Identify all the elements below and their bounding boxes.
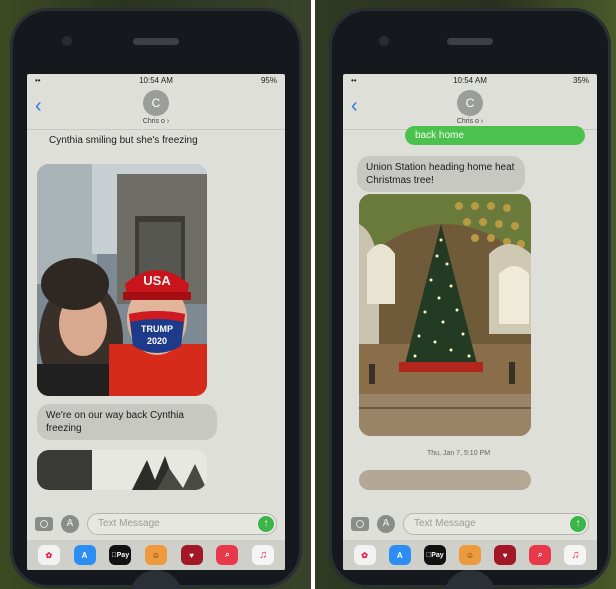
digital-touch-app-icon[interactable]: ♥ bbox=[180, 545, 203, 565]
selfie-image: USA TRUMP 2020 bbox=[37, 164, 207, 396]
back-chevron-icon[interactable]: ‹ bbox=[35, 96, 42, 116]
apple-pay-app-icon[interactable]: Pay bbox=[109, 545, 132, 565]
selfie-photo-message[interactable]: USA TRUMP 2020 bbox=[37, 164, 207, 396]
message-text-field[interactable]: Text Message ↑ bbox=[403, 513, 589, 535]
home-button[interactable] bbox=[444, 570, 496, 589]
message-text-field[interactable]: Text Message ↑ bbox=[87, 513, 277, 535]
earpiece-speaker bbox=[447, 38, 493, 45]
message-input-bar: A Text Message ↑ bbox=[27, 510, 285, 540]
conversation-header: ‹ C Chris o › bbox=[27, 88, 285, 130]
right-phone: •• 10:54 AM 35% ‹ C Chris o › back home … bbox=[329, 8, 611, 589]
app-store-icon[interactable]: A bbox=[377, 515, 395, 533]
imessage-app-drawer: ✿ A Pay ☺ ♥ ⌕ ♫ bbox=[27, 540, 285, 570]
right-screen: •• 10:54 AM 35% ‹ C Chris o › back home … bbox=[343, 74, 597, 570]
hat-text: USA bbox=[143, 273, 171, 288]
status-bar: •• 10:54 AM 35% bbox=[343, 74, 597, 88]
christmas-tree-image bbox=[359, 194, 531, 436]
sent-message-bubble: back home bbox=[405, 126, 585, 145]
back-chevron-icon[interactable]: ‹ bbox=[351, 96, 358, 116]
photos-app-icon[interactable]: ✿ bbox=[353, 545, 376, 565]
next-photo-message[interactable] bbox=[359, 470, 531, 490]
app-store-app-icon[interactable]: A bbox=[388, 545, 411, 565]
christmas-tree-photo-message[interactable] bbox=[359, 194, 531, 436]
status-bar: •• 10:54 AM 95% bbox=[27, 74, 285, 88]
mask-text-trump: TRUMP bbox=[141, 324, 173, 334]
message-input-bar: A Text Message ↑ bbox=[343, 510, 597, 540]
message-text-top: Cynthia smiling but she's freezing bbox=[49, 135, 198, 146]
text-field-placeholder: Text Message bbox=[414, 518, 476, 529]
front-camera bbox=[62, 36, 72, 46]
imessage-app-drawer: ✿ A Pay ☺ ♥ ⌕ ♫ bbox=[343, 540, 597, 570]
next-photo-preview bbox=[37, 450, 207, 490]
send-arrow-icon[interactable]: ↑ bbox=[570, 516, 586, 532]
music-app-icon[interactable]: ♫ bbox=[564, 545, 587, 565]
status-time: 10:54 AM bbox=[453, 76, 487, 85]
memoji-app-icon[interactable]: ☺ bbox=[458, 545, 481, 565]
contact-avatar[interactable]: C bbox=[143, 90, 169, 116]
front-camera bbox=[379, 36, 389, 46]
images-search-app-icon[interactable]: ⌕ bbox=[529, 545, 552, 565]
photos-app-icon[interactable]: ✿ bbox=[37, 545, 60, 565]
left-phone: •• 10:54 AM 95% ‹ C Chris o › Cynthia sm… bbox=[10, 8, 302, 589]
contact-avatar[interactable]: C bbox=[457, 90, 483, 116]
send-arrow-icon[interactable]: ↑ bbox=[258, 516, 274, 532]
message-bubble-caption: We're on our way back Cynthia freezing bbox=[37, 404, 217, 440]
conversation-header: ‹ C Chris o › bbox=[343, 88, 597, 130]
music-app-icon[interactable]: ♫ bbox=[252, 545, 275, 565]
memoji-app-icon[interactable]: ☺ bbox=[144, 545, 167, 565]
next-photo-message[interactable] bbox=[37, 450, 207, 490]
message-timestamp: Thu, Jan 7, 5:10 PM bbox=[427, 450, 491, 457]
app-store-app-icon[interactable]: A bbox=[73, 545, 96, 565]
mask-text-year: 2020 bbox=[147, 336, 167, 346]
home-button[interactable] bbox=[130, 570, 182, 589]
battery-level: 35% bbox=[572, 76, 589, 85]
battery-level: 95% bbox=[260, 76, 277, 85]
earpiece-speaker bbox=[133, 38, 179, 45]
left-phone-photo: •• 10:54 AM 95% ‹ C Chris o › Cynthia sm… bbox=[0, 0, 311, 589]
apple-pay-app-icon[interactable]: Pay bbox=[423, 545, 446, 565]
camera-icon[interactable] bbox=[351, 517, 369, 531]
contact-name[interactable]: Chris o › bbox=[343, 118, 597, 125]
right-phone-photo: •• 10:54 AM 35% ‹ C Chris o › back home … bbox=[315, 0, 616, 589]
text-field-placeholder: Text Message bbox=[98, 518, 160, 529]
received-message-bubble: Union Station heading home heat Christma… bbox=[357, 156, 525, 192]
images-search-app-icon[interactable]: ⌕ bbox=[216, 545, 239, 565]
app-store-icon[interactable]: A bbox=[61, 515, 79, 533]
camera-icon[interactable] bbox=[35, 517, 53, 531]
left-screen: •• 10:54 AM 95% ‹ C Chris o › Cynthia sm… bbox=[27, 74, 285, 570]
contact-name[interactable]: Chris o › bbox=[27, 118, 285, 125]
digital-touch-app-icon[interactable]: ♥ bbox=[494, 545, 517, 565]
status-time: 10:54 AM bbox=[139, 76, 173, 85]
